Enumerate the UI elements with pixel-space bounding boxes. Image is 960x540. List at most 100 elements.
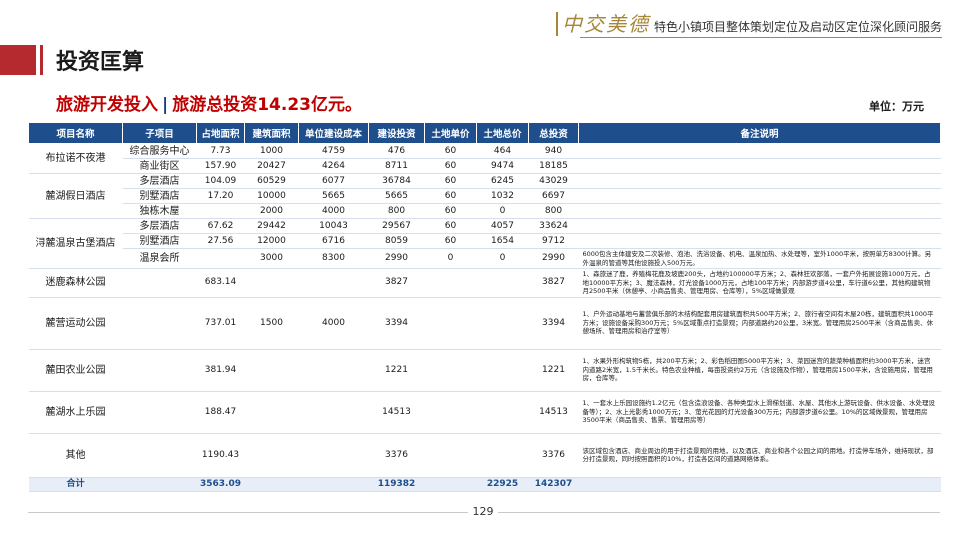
note-cell — [578, 143, 941, 159]
table-cell: 2990 — [528, 248, 579, 269]
table-cell: 104.09 — [196, 173, 245, 189]
column-header: 建设投资 — [368, 122, 425, 144]
project-name-cell: 麓营运动公园 — [28, 297, 123, 350]
column-header: 土地单价 — [424, 122, 477, 144]
table-cell — [244, 433, 299, 478]
table-cell: 1000 — [244, 143, 299, 159]
note-cell: 6000包含主体建安及二次装修、泡池、洗浴设备、机电、温泉加热、水处理等，室外1… — [578, 248, 941, 269]
table-cell: 1500 — [244, 297, 299, 350]
total-cell: 合计 — [28, 477, 123, 492]
table-cell: 2000 — [244, 203, 299, 219]
table-cell: 27.56 — [196, 233, 245, 249]
subtitle-part1: 旅游开发投入 — [56, 95, 158, 115]
table-cell: 6077 — [298, 173, 369, 189]
table-cell: 683.14 — [196, 268, 245, 298]
total-cell: 3563.09 — [196, 477, 245, 492]
table-cell: 3394 — [528, 297, 579, 350]
table-cell — [196, 248, 245, 269]
table-cell: 独栋木屋 — [122, 203, 197, 219]
table-cell: 14513 — [368, 391, 425, 434]
table-cell — [476, 349, 529, 392]
table-row: 别墅酒店 17.20 10000 5665 5665 60 1032 6697 — [29, 188, 941, 204]
column-header: 总投资 — [528, 122, 579, 144]
table-cell: 4000 — [298, 297, 369, 350]
column-header: 备注说明 — [578, 122, 941, 144]
table-cell: 4264 — [298, 158, 369, 174]
total-cell: 119382 — [368, 477, 425, 492]
table-header-row: 项目名称 子项目 占地面积 建筑面积 单位建设成本 建设投资 土地单价 土地总价 总投资 备注说明 — [28, 122, 941, 144]
table-cell — [424, 391, 477, 434]
table-row: 麓营运动公园 737.01 1500 4000 3394 3394 1、户外运动基地与蓄营俱… — [28, 297, 941, 350]
note-cell — [578, 188, 941, 204]
table-cell: 0 — [424, 248, 477, 269]
table-cell: 60 — [424, 173, 477, 189]
table-row: 麓湖假日酒店 多层酒店 104.09 60529 6077 36784 60 6245 4302… — [28, 173, 941, 219]
table-cell: 60 — [424, 143, 477, 159]
footer-divider-right — [498, 512, 940, 513]
column-header: 项目名称 — [28, 122, 123, 144]
table-cell: 多层酒店 — [122, 218, 197, 234]
table-cell: 6245 — [476, 173, 529, 189]
table-cell: 14513 — [528, 391, 579, 434]
table-row: 麓湖水上乐园 188.47 14513 14513 1、一套水上乐园设施约1.2亿元（包… — [28, 391, 941, 434]
table-cell: 157.90 — [196, 158, 245, 174]
table-cell: 3376 — [528, 433, 579, 478]
total-cell — [244, 477, 299, 492]
total-cell: 22925 — [476, 477, 529, 492]
table-cell: 3394 — [368, 297, 425, 350]
table-cell: 3000 — [244, 248, 299, 269]
table-cell — [298, 433, 369, 478]
table-cell: 36784 — [368, 173, 425, 189]
table-cell: 综合服务中心 — [122, 143, 197, 159]
table-cell: 67.62 — [196, 218, 245, 234]
note-cell: 1、森旅迷了鹿，养殖梅花鹿及坡鹿200头，占地约100000平方米；2、森林狂欢… — [578, 268, 941, 298]
total-cell — [578, 477, 941, 492]
note-cell — [578, 233, 941, 249]
title-accent-line — [40, 45, 43, 75]
table-cell: 60 — [424, 203, 477, 219]
table-cell — [122, 391, 197, 434]
table-cell: 别墅酒店 — [122, 188, 197, 204]
table-cell: 6697 — [528, 188, 579, 204]
table-cell: 12000 — [244, 233, 299, 249]
page-number: 129 — [472, 505, 494, 518]
note-cell — [578, 158, 941, 174]
table-cell — [122, 433, 197, 478]
table-row: 迷鹿森林公园 683.14 3827 3827 1、森旅迷了鹿，养殖梅花鹿及坡鹿200头… — [28, 268, 941, 298]
note-cell: 1、一套水上乐园设施约1.2亿元（包含造浪设备、各种类型水上滑梯划道、水屋、其他… — [578, 391, 941, 434]
table-cell — [424, 268, 477, 298]
table-cell: 9474 — [476, 158, 529, 174]
table-cell: 温泉会所 — [122, 248, 197, 269]
project-name-cell: 麓湖假日酒店 — [28, 173, 123, 219]
note-cell — [578, 203, 941, 219]
table-cell: 188.47 — [196, 391, 245, 434]
table-cell: 33624 — [528, 218, 579, 234]
table-cell: 1221 — [368, 349, 425, 392]
total-cell: 142307 — [528, 477, 579, 492]
table-cell: 43029 — [528, 173, 579, 189]
table-cell: 60 — [424, 218, 477, 234]
table-cell: 5665 — [368, 188, 425, 204]
table-cell: 464 — [476, 143, 529, 159]
note-cell: 1、水果外形构筑物5栋，共200平方米；2、彩色稻田图5000平方米；3、菜园迷… — [578, 349, 941, 392]
table-cell: 10043 — [298, 218, 369, 234]
table-row: 其他 1190.43 3376 3376 该区域包含酒店、商业周边的用于打造景观的用地，… — [28, 433, 941, 478]
table-cell: 7.73 — [196, 143, 245, 159]
note-cell — [578, 173, 941, 189]
table-row: 温泉会所 3000 8300 2990 0 0 2990 6000包含主体建安及二次装修、泡池… — [29, 248, 941, 269]
table-cell: 多层酒店 — [122, 173, 197, 189]
table-cell: 1190.43 — [196, 433, 245, 478]
project-name-cell: 其他 — [28, 433, 123, 478]
table-cell — [298, 268, 369, 298]
table-cell: 10000 — [244, 188, 299, 204]
table-cell — [122, 297, 197, 350]
company-logo: 中交美德 — [555, 12, 650, 36]
note-cell — [578, 218, 941, 234]
table-cell — [244, 391, 299, 434]
table-cell: 18185 — [528, 158, 579, 174]
table-cell: 476 — [368, 143, 425, 159]
table-row: 商业街区 157.90 20427 4264 8711 60 9474 18185 — [29, 158, 941, 174]
brand-header: 中交美德 特色小镇项目整体策划定位及启动区定位深化顾问服务 — [555, 8, 942, 36]
table-cell: 17.20 — [196, 188, 245, 204]
table-cell — [424, 297, 477, 350]
